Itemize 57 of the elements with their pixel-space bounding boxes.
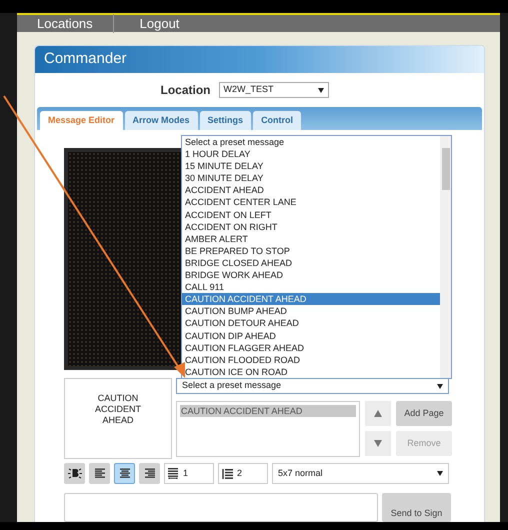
nav-link[interactable]: Logout [114,14,206,34]
dropdown-option[interactable]: 1 HOUR DELAY [182,148,440,160]
down-arrow-icon [374,440,382,447]
move-up-button[interactable] [365,401,391,426]
dropdown-option[interactable]: ACCIDENT CENTER LANE [182,196,440,209]
up-arrow-icon [374,410,382,417]
bold-icon [68,467,82,480]
font-select[interactable]: 5x7 normal [272,463,449,484]
dropdown-option[interactable]: CAUTION ICE ON ROAD [182,366,440,378]
line-spacing-icon [168,468,178,479]
nav-link[interactable]: Locations [17,14,114,34]
tab[interactable]: Control [253,111,302,130]
align-right-icon [144,468,156,479]
preview-text: CAUTION ACCIDENT AHEAD [94,393,142,427]
tab[interactable]: Arrow Modes [124,111,198,130]
preset-dropdown-list[interactable] [181,135,452,379]
dropdown-option[interactable]: CAUTION ACCIDENT AHEAD [182,293,440,306]
tab[interactable]: Settings [200,111,252,130]
page-button[interactable]: Add Page [396,401,452,426]
dropdown-option[interactable]: 15 MINUTE DELAY [182,160,440,172]
line-count-icon [222,468,233,478]
caret-icon [437,471,443,476]
move-down-button[interactable] [365,431,391,456]
dropdown-option[interactable]: CAUTION FLOODED ROAD [182,354,440,366]
align-center-icon [118,468,130,479]
preset-select[interactable]: Select a preset message [176,378,449,394]
page-list[interactable]: CAUTION ACCIDENT AHEAD [176,401,360,457]
align-button[interactable] [89,463,110,484]
dropdown-option[interactable]: AMBER ALERT [182,232,440,245]
align-button[interactable] [139,463,160,484]
dropdown-option[interactable]: CAUTION DIP AHEAD [182,330,440,342]
dropdown-option[interactable]: Select a preset message [182,136,440,148]
dropdown-option[interactable]: CAUTION BUMP AHEAD [182,305,440,318]
dropdown-option[interactable]: CAUTION FLAGGER AHEAD [182,342,440,354]
dropdown-option[interactable]: ACCIDENT AHEAD [182,184,440,196]
dropdown-option[interactable]: ACCIDENT ON LEFT [182,208,440,221]
dropdown-option[interactable]: 30 MINUTE DELAY [182,172,440,184]
page-item[interactable]: CAUTION ACCIDENT AHEAD [180,405,356,417]
message-input[interactable] [64,493,378,522]
caret-icon [318,88,324,92]
dropdown-option[interactable]: BE PREPARED TO STOP [182,244,440,257]
line-spacing-field[interactable]: 1 [164,463,214,484]
line-count-field[interactable]: 2 [218,463,268,484]
location-select[interactable]: W2W_TEST [218,82,328,98]
dropdown-option[interactable]: BRIDGE CLOSED AHEAD [182,256,440,270]
dropdown-option[interactable]: CALL 911 [182,281,440,294]
dropdown-option[interactable]: ACCIDENT ON RIGHT [182,220,440,233]
location-label: Location [160,82,210,99]
dropdown-option[interactable]: BRIDGE WORK AHEAD [182,269,440,282]
dropdown-option[interactable]: CAUTION DETOUR AHEAD [182,317,440,330]
send-to-sign-button[interactable]: Send to Sign [382,493,451,522]
align-button[interactable] [114,463,135,484]
bold-toggle[interactable] [64,463,85,484]
caret-icon [437,384,443,388]
panel-title: Commander [44,49,127,70]
align-left-icon [94,468,106,479]
scrollbar[interactable] [440,136,451,378]
